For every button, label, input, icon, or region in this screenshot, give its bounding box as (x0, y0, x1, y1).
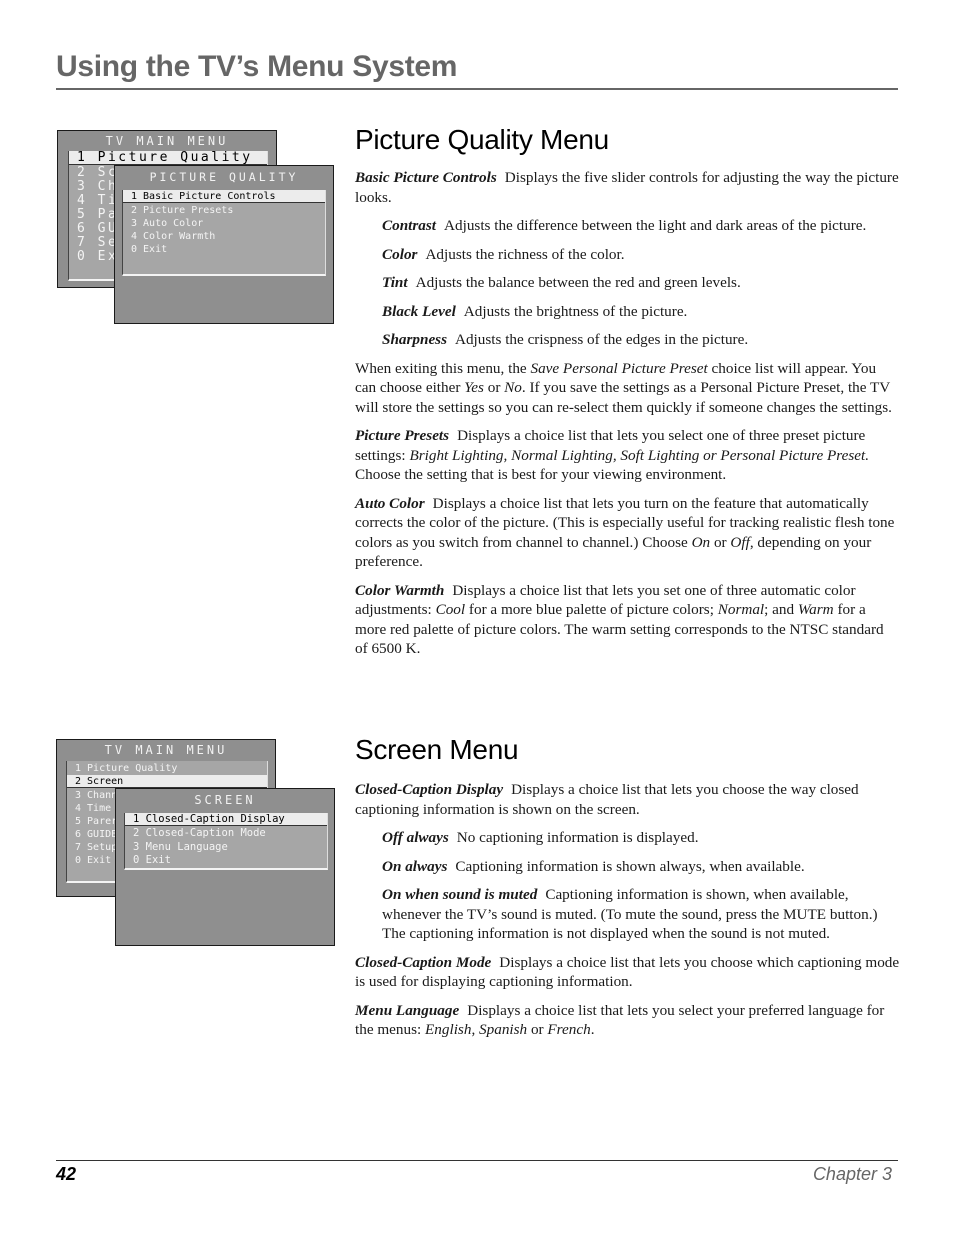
menu-item: 1 Picture Quality (75, 763, 178, 774)
screen-menu-heading: Screen Menu (355, 734, 519, 765)
description: Adjusts the brightness of the picture. (463, 302, 688, 320)
picture-quality-submenu-illustration: PICTURE QUALITY 1 Basic Picture Controls… (114, 165, 334, 324)
picture-quality-body: Basic Picture Controls Displays the five … (355, 168, 900, 668)
term: Closed-Caption Display (355, 781, 504, 798)
term: Black Level (382, 302, 456, 320)
paragraph-basic-picture-controls: Basic Picture Controls Displays the five … (355, 168, 900, 207)
term: Contrast (382, 217, 437, 234)
menu-item-selected: 2 Screen (67, 775, 267, 789)
menu-item-selected: 1 Picture Quality (69, 151, 267, 166)
text: Choose the setting that is best for your… (355, 466, 727, 483)
description: Adjusts the balance between the red and … (415, 274, 741, 291)
emphasis: English (425, 1021, 472, 1038)
text: or (483, 379, 505, 396)
menu-title: SCREEN (194, 793, 256, 807)
text: , (471, 1021, 480, 1038)
paragraph-exit-note: When exiting this menu, the Save Persona… (355, 359, 900, 418)
page-number: 42 (56, 1164, 77, 1184)
paragraph-off-always: Off always No captioning information is d… (355, 828, 900, 848)
paragraph-menu-language: Menu Language Displays a choice list that… (355, 1001, 900, 1040)
term: Off always (382, 829, 449, 846)
term: Menu Language (355, 1001, 460, 1019)
menu-item: 3 Menu Language (133, 841, 228, 853)
paragraph-color-warmth: Color Warmth Displays a choice list that … (355, 581, 900, 659)
menu-title: TV MAIN MENU (104, 743, 228, 757)
text: When exiting this menu, the (355, 359, 531, 377)
menu-item: 4 Color Warmth (131, 231, 216, 242)
screen-submenu-illustration: SCREEN 1 Closed-Caption Display 2 Closed… (115, 788, 335, 946)
emphasis: No (504, 379, 522, 396)
paragraph-tint: Tint Adjusts the balance between the red … (355, 273, 900, 293)
menu-list: 1 Closed-Caption Display 2 Closed-Captio… (124, 813, 328, 870)
emphasis: Normal (717, 601, 765, 618)
text: . (590, 1021, 595, 1038)
paragraph-auto-color: Auto Color Displays a choice list that le… (355, 494, 900, 572)
paragraph-on-when-muted: On when sound is muted Captioning informa… (355, 885, 900, 944)
text: or (710, 533, 731, 551)
text: or (527, 1021, 548, 1038)
term: On always (382, 857, 448, 875)
paragraph-contrast: Contrast Adjusts the difference between t… (355, 216, 900, 236)
term: Color Warmth (355, 581, 445, 599)
term: Basic Picture Controls (355, 169, 497, 186)
page-title: Using the TV’s Menu System (56, 50, 458, 83)
menu-title: PICTURE QUALITY (149, 170, 299, 184)
description: Adjusts the crispness of the edges in th… (455, 331, 749, 348)
emphasis: Warm (797, 601, 834, 618)
emphasis: Spanish (479, 1021, 528, 1038)
description: Adjusts the richness of the color. (425, 245, 625, 263)
emphasis: French (547, 1021, 591, 1038)
menu-item: 2 Closed-Caption Mode (133, 827, 266, 839)
term: Sharpness (382, 331, 447, 348)
description: Adjusts the difference between the light… (444, 217, 867, 234)
description: No captioning information is displayed. (456, 829, 699, 846)
term: Auto Color (355, 494, 425, 512)
paragraph-sharpness: Sharpness Adjusts the crispness of the ed… (355, 330, 900, 350)
menu-item-selected: 1 Basic Picture Controls (123, 190, 325, 204)
emphasis: Yes (464, 379, 484, 396)
footer-rule (56, 1160, 898, 1161)
paragraph-picture-presets: Picture Presets Displays a choice list th… (355, 426, 900, 485)
description: Captioning information is shown always, … (455, 857, 805, 875)
emphasis: On (691, 533, 711, 551)
chapter-label: Chapter 3 (812, 1164, 892, 1184)
menu-item-selected: 1 Closed-Caption Display (125, 813, 327, 827)
paragraph-black-level: Black Level Adjusts the brightness of the… (355, 302, 900, 322)
menu-title: TV MAIN MENU (105, 134, 229, 148)
term: Color (382, 245, 418, 263)
picture-quality-heading: Picture Quality Menu (355, 124, 609, 155)
emphasis: Bright Lighting, Normal Lighting, Soft L… (409, 446, 870, 464)
text: for a more blue palette of picture color… (465, 601, 718, 618)
term: Picture Presets (355, 427, 450, 444)
term: Tint (382, 274, 408, 291)
emphasis: Cool (435, 601, 466, 618)
term: On when sound is muted (382, 886, 538, 903)
paragraph-cc-mode: Closed-Caption Mode Displays a choice lis… (355, 953, 900, 992)
emphasis: Off (730, 533, 750, 551)
paragraph-on-always: On always Captioning information is shown… (355, 857, 900, 877)
menu-item: 0 Exit (133, 854, 171, 866)
menu-item: 0 Exit (131, 244, 168, 255)
paragraph-cc-display: Closed-Caption Display Displays a choice … (355, 780, 900, 819)
menu-list: 1 Basic Picture Controls 2 Picture Prese… (122, 190, 326, 276)
emphasis: Save Personal Picture Preset (530, 359, 708, 377)
term: Closed-Caption Mode (355, 953, 492, 971)
menu-item: 2 Picture Presets (131, 205, 234, 216)
text: ; and (764, 601, 798, 618)
header-rule (56, 88, 898, 90)
paragraph-color: Color Adjusts the richness of the color. (355, 245, 900, 265)
menu-item: 3 Auto Color (131, 218, 204, 229)
screen-menu-body: Closed-Caption Display Displays a choice … (355, 780, 900, 1049)
